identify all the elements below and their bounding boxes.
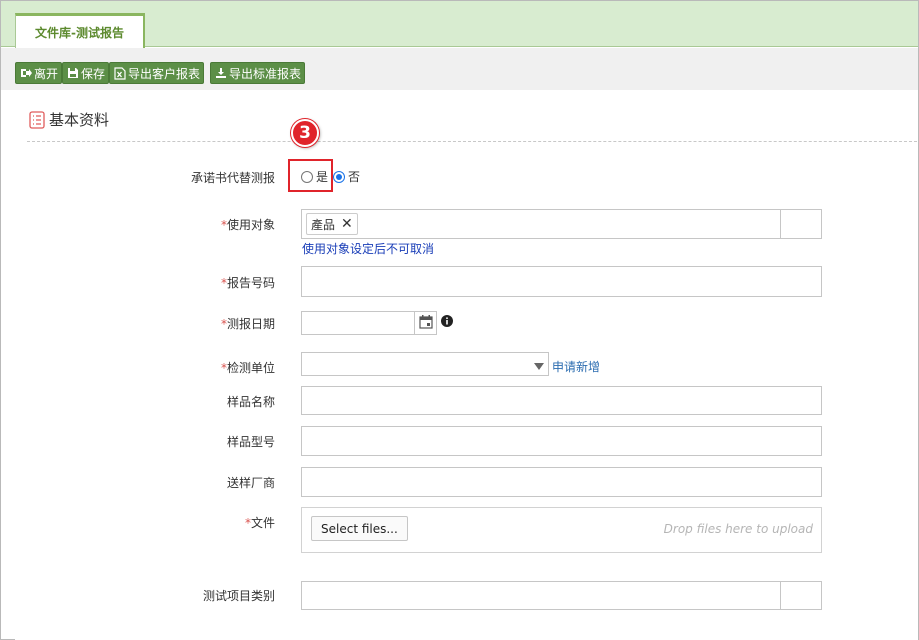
test-category-label: 测试项目类别 xyxy=(202,589,275,603)
tab-label: 文件库-测试报告 xyxy=(35,25,124,40)
commitment-label: 承诺书代替测报 xyxy=(190,171,275,185)
calendar-icon xyxy=(418,314,433,332)
step-badge: 3 xyxy=(291,119,319,147)
tab-test-report[interactable]: 文件库-测试报告 xyxy=(15,13,145,48)
select-files-button[interactable]: Select files... xyxy=(311,516,408,541)
dropdown-arrow-icon[interactable] xyxy=(534,360,544,374)
apply-new-lab-link[interactable]: 申请新增 xyxy=(552,358,600,375)
info-icon[interactable] xyxy=(441,315,453,330)
leave-button[interactable]: 离开 xyxy=(15,62,63,84)
radio-unchecked[interactable] xyxy=(301,170,313,183)
target-hint: 使用对象设定后不可取消 xyxy=(302,242,435,256)
sample-model-label: 样品型号 xyxy=(226,435,275,449)
test-category-multiselect[interactable] xyxy=(301,581,822,610)
section-divider xyxy=(27,141,917,142)
lab-select[interactable] xyxy=(301,352,549,376)
download-icon xyxy=(214,67,227,80)
drop-hint: Drop files here to upload xyxy=(663,522,813,536)
file-label: *文件 xyxy=(244,516,275,530)
vendor-label: 送样厂商 xyxy=(226,476,275,490)
commitment-yes-radio[interactable]: 是 xyxy=(301,168,328,185)
form-panel: 基本资料 3 承诺书代替测报 是 否 *使用对象 產品 ✕ 使用对象设定后不可取… xyxy=(15,95,918,640)
target-multiselect[interactable]: 產品 ✕ xyxy=(301,209,822,239)
remove-tag-icon[interactable]: ✕ xyxy=(341,216,353,232)
test-date-input[interactable] xyxy=(301,311,437,335)
list-icon xyxy=(29,110,45,129)
floppy-disk-icon xyxy=(66,67,79,80)
vendor-input[interactable] xyxy=(301,467,822,497)
target-tag: 產品 ✕ xyxy=(306,213,358,235)
calendar-button[interactable] xyxy=(414,312,436,334)
target-label: *使用对象 xyxy=(220,218,275,232)
report-no-label: *报告号码 xyxy=(220,276,275,290)
tab-bar: 文件库-测试报告 xyxy=(1,1,918,48)
toolbar: 离开 保存 导出客户报表 导出标准报表 xyxy=(1,48,918,90)
commitment-no-radio[interactable]: 否 xyxy=(333,168,360,185)
save-button[interactable]: 保存 xyxy=(62,62,110,84)
export-customer-report-button[interactable]: 导出客户报表 xyxy=(109,62,205,84)
test-date-label: *测报日期 xyxy=(220,317,275,331)
exit-icon xyxy=(19,67,32,80)
export-standard-report-button[interactable]: 导出标准报表 xyxy=(210,62,306,84)
sample-name-label: 样品名称 xyxy=(226,395,275,409)
sample-model-input[interactable] xyxy=(301,426,822,456)
section-title: 基本资料 xyxy=(29,109,109,130)
excel-file-icon xyxy=(113,66,126,80)
radio-checked[interactable] xyxy=(333,170,345,183)
lab-label: *检测单位 xyxy=(220,361,275,375)
sample-name-input[interactable] xyxy=(301,386,822,415)
report-no-input[interactable] xyxy=(301,266,822,297)
file-upload-dropzone[interactable]: Select files... Drop files here to uploa… xyxy=(301,507,822,553)
